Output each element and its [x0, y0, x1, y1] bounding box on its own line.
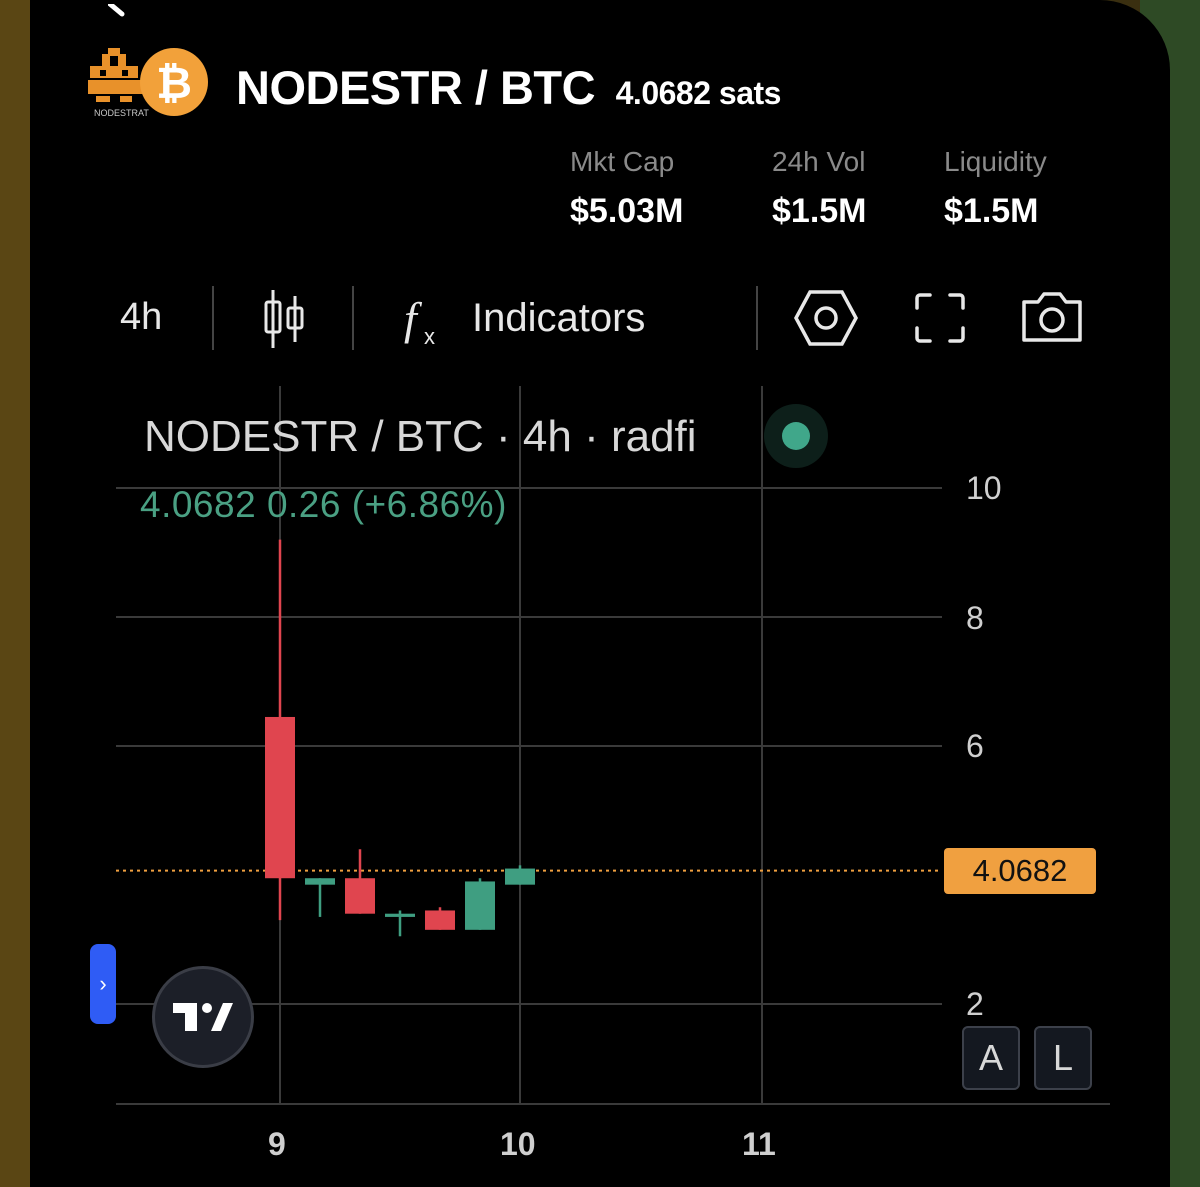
current-price-tag: 4.0682	[944, 848, 1096, 894]
x-tick-label: 11	[742, 1126, 776, 1162]
token-logo: NODESTRAT ₿	[86, 44, 210, 120]
svg-text:₿: ₿	[156, 59, 192, 108]
svg-text:NODESTRAT: NODESTRAT	[94, 108, 149, 118]
stat-24h-volume: 24h Vol $1.5M	[772, 146, 867, 231]
settings-hex-icon[interactable]	[794, 290, 858, 351]
y-tick-label: 10	[966, 470, 1002, 506]
svg-text:f: f	[404, 293, 423, 344]
candle	[425, 907, 455, 930]
stat-value: $5.03M	[570, 192, 684, 230]
candle	[345, 849, 375, 914]
phone-screen: NODESTRAT ₿ NODESTR / BTC 4.0682 sats Mk…	[30, 0, 1170, 1187]
pair-name: NODESTR / BTC	[236, 61, 596, 114]
x-tick-label: 10	[500, 1126, 536, 1162]
candle	[505, 865, 535, 885]
auto-scale-button[interactable]: A	[962, 1026, 1020, 1090]
indicators-label: Indicators	[472, 296, 646, 340]
candle-body	[305, 878, 335, 885]
side-panel-handle[interactable]: ›	[90, 944, 116, 1024]
fx-icon: f x	[404, 293, 435, 349]
stat-value: $1.5M	[772, 192, 867, 230]
candle-body	[385, 913, 415, 917]
toolbar-divider	[352, 286, 354, 350]
pair-price: 4.0682 sats	[615, 75, 782, 111]
candle-body	[465, 881, 495, 930]
svg-text:x: x	[424, 324, 435, 349]
chart-toolbar: 4h f x Indicators	[30, 280, 1170, 356]
candle-body	[265, 716, 295, 879]
candle-body	[505, 868, 535, 885]
candles-icon[interactable]	[262, 286, 308, 357]
status-dot	[782, 422, 810, 450]
stat-label: Mkt Cap	[570, 146, 675, 177]
candle	[265, 539, 295, 921]
toolbar-divider	[212, 286, 214, 350]
pair-title: NODESTR / BTC 4.0682 sats	[236, 60, 781, 115]
camera-icon[interactable]	[1020, 290, 1084, 349]
legend-values: 4.0682 0.26 (+6.86%)	[140, 484, 507, 525]
candle	[465, 878, 495, 930]
candle	[385, 910, 415, 937]
log-scale-button[interactable]: L	[1034, 1026, 1092, 1090]
y-tick-label: 8	[966, 600, 984, 636]
indicators-button[interactable]: f x Indicators	[400, 288, 645, 355]
back-arrow-icon[interactable]	[107, 0, 148, 17]
toolbar-divider	[756, 286, 758, 350]
candle-body	[425, 910, 455, 930]
y-tick-label: 6	[966, 728, 984, 764]
legend-title: NODESTR / BTC · 4h · radfi	[144, 412, 697, 461]
status-indicator	[764, 404, 828, 468]
x-tick-label: 9	[268, 1126, 286, 1162]
stat-label: 24h Vol	[772, 146, 866, 177]
fullscreen-icon[interactable]	[914, 292, 966, 349]
candle-body	[345, 878, 375, 914]
stat-liquidity: Liquidity $1.5M	[944, 146, 1047, 231]
interval-button[interactable]: 4h	[120, 296, 162, 339]
stat-label: Liquidity	[944, 146, 1047, 177]
stat-market-cap: Mkt Cap $5.03M	[570, 146, 683, 231]
candle	[305, 878, 335, 917]
y-tick-label: 2	[966, 986, 984, 1022]
stat-value: $1.5M	[944, 192, 1039, 230]
tradingview-logo-button[interactable]	[152, 966, 254, 1068]
tradingview-icon	[173, 1003, 233, 1031]
